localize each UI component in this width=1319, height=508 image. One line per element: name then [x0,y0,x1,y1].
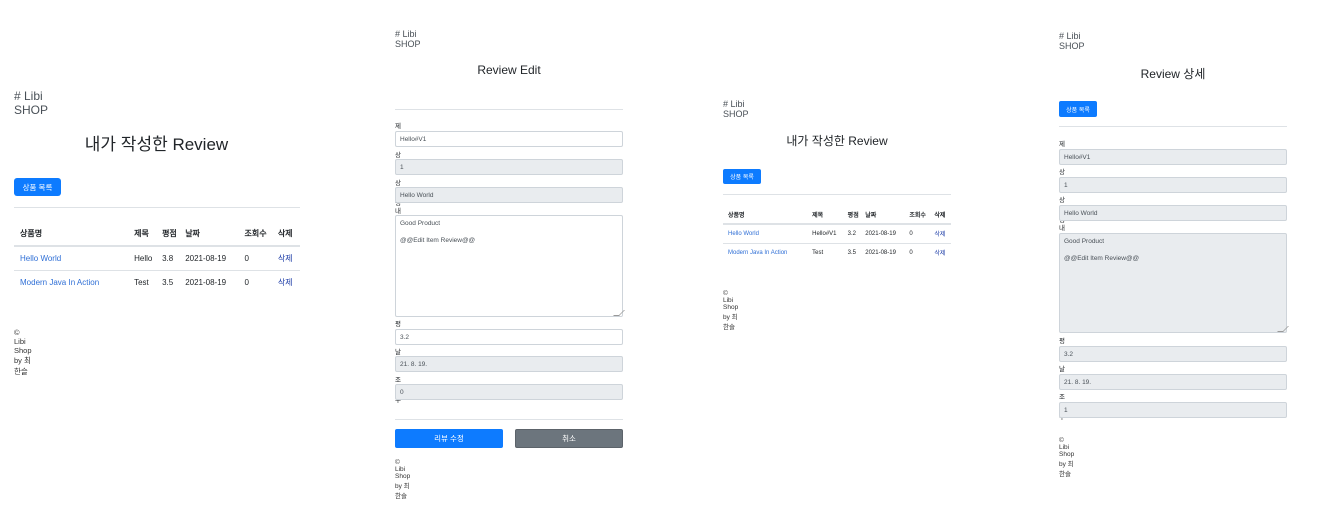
review-date: 2021-08-19 [184,269,244,294]
page-title: Review Edit [477,63,541,77]
footer: © Libi Shop by 최한슬 [14,328,32,376]
delete-link[interactable]: 삭제 [278,278,293,287]
table-row: Modern Java In Action Test 3.5 2021-08-1… [14,269,300,294]
review-views: 0 [908,223,934,243]
review-rating: 3.2 [846,223,865,243]
reviews-table: 상품명 제목 평점 날짜 조회수 삭제 Hello World Hello 3.… [14,222,300,294]
review-date: 2021-08-19 [864,223,909,243]
col-title: 제목 [133,222,162,247]
table-row: Hello World Hello#V1 3.2 2021-08-19 0 삭제 [723,223,951,243]
divider [14,207,300,208]
content-field: Good Product @@Edit Item Review@@ [1059,233,1287,333]
delete-link[interactable]: 삭제 [278,254,293,263]
col-delete: 삭제 [933,205,951,225]
col-rating: 평점 [846,205,865,225]
col-views: 조회수 [243,222,277,247]
brand-logo[interactable]: # Libi SHOP [395,29,421,49]
table-row: Modern Java In Action Test 3.5 2021-08-1… [723,242,951,262]
footer: © Libi Shop by 최한슬 [395,459,411,500]
review-views: 0 [908,242,934,262]
footer: © Libi Shop by 최한슬 [723,290,739,331]
col-delete: 삭제 [276,222,300,247]
product-link[interactable]: Hello World [728,231,759,237]
date-field: 21. 8. 19. [1059,374,1287,390]
review-date: 2021-08-19 [864,242,909,262]
review-rating: 3.5 [846,242,865,262]
divider [395,109,623,110]
col-date: 날짜 [864,205,909,225]
review-views: 0 [243,269,277,294]
brand-logo[interactable]: # Libi SHOP [723,99,749,119]
title-input[interactable]: Hello#V1 [395,131,623,147]
col-product: 상품명 [14,222,134,247]
delete-link[interactable]: 삭제 [934,232,945,238]
review-title: Hello [133,245,162,270]
brand-logo[interactable]: # Libi SHOP [14,89,48,117]
review-title: Test [811,242,847,262]
views-field: 0 [395,384,623,400]
product-list-button[interactable]: 상품 목록 [723,169,761,184]
product-id-field: 1 [395,159,623,175]
date-field: 21. 8. 19. [395,356,623,372]
review-rating: 3.5 [161,269,185,294]
page-title: 내가 작성한 Review [786,134,888,148]
product-id-field: 1 [1059,177,1287,193]
review-title: Test [133,269,162,294]
product-link[interactable]: Hello World [20,254,61,263]
cancel-button[interactable]: 취소 [515,429,623,448]
product-list-button[interactable]: 상품 목록 [1059,101,1097,117]
rating-input[interactable]: 3.2 [395,329,623,345]
col-views: 조회수 [908,205,934,225]
page-title: 내가 작성한 Review [84,135,229,154]
content-textarea[interactable]: Good Product @@Edit Item Review@@ [395,215,623,317]
brand-logo[interactable]: # Libi SHOP [1059,31,1085,51]
submit-review-button[interactable]: 리뷰 수정 [395,429,503,448]
divider [395,419,623,420]
delete-link[interactable]: 삭제 [934,251,945,257]
rating-field: 3.2 [1059,346,1287,362]
title-field: Hello#V1 [1059,149,1287,165]
review-date: 2021-08-19 [184,245,244,270]
review-rating: 3.8 [161,245,185,270]
divider [723,194,951,195]
table-row: Hello World Hello 3.8 2021-08-19 0 삭제 [14,245,300,270]
col-rating: 평점 [161,222,185,247]
review-views: 0 [243,245,277,270]
review-title: Hello#V1 [811,223,847,243]
page-title: Review 상세 [1140,67,1206,81]
divider [1059,126,1287,127]
product-link[interactable]: Modern Java In Action [20,278,99,287]
footer: © Libi Shop by 최한슬 [1059,437,1075,478]
product-name-field: Hello World [1059,205,1287,221]
views-field: 1 [1059,402,1287,418]
col-product: 상품명 [723,205,812,225]
product-name-field: Hello World [395,187,623,203]
product-link[interactable]: Modern Java In Action [728,250,787,256]
col-date: 날짜 [184,222,244,247]
product-list-button[interactable]: 상품 목록 [14,178,61,196]
reviews-table: 상품명 제목 평점 날짜 조회수 삭제 Hello World Hello#V1… [723,205,951,262]
col-title: 제목 [811,205,847,225]
